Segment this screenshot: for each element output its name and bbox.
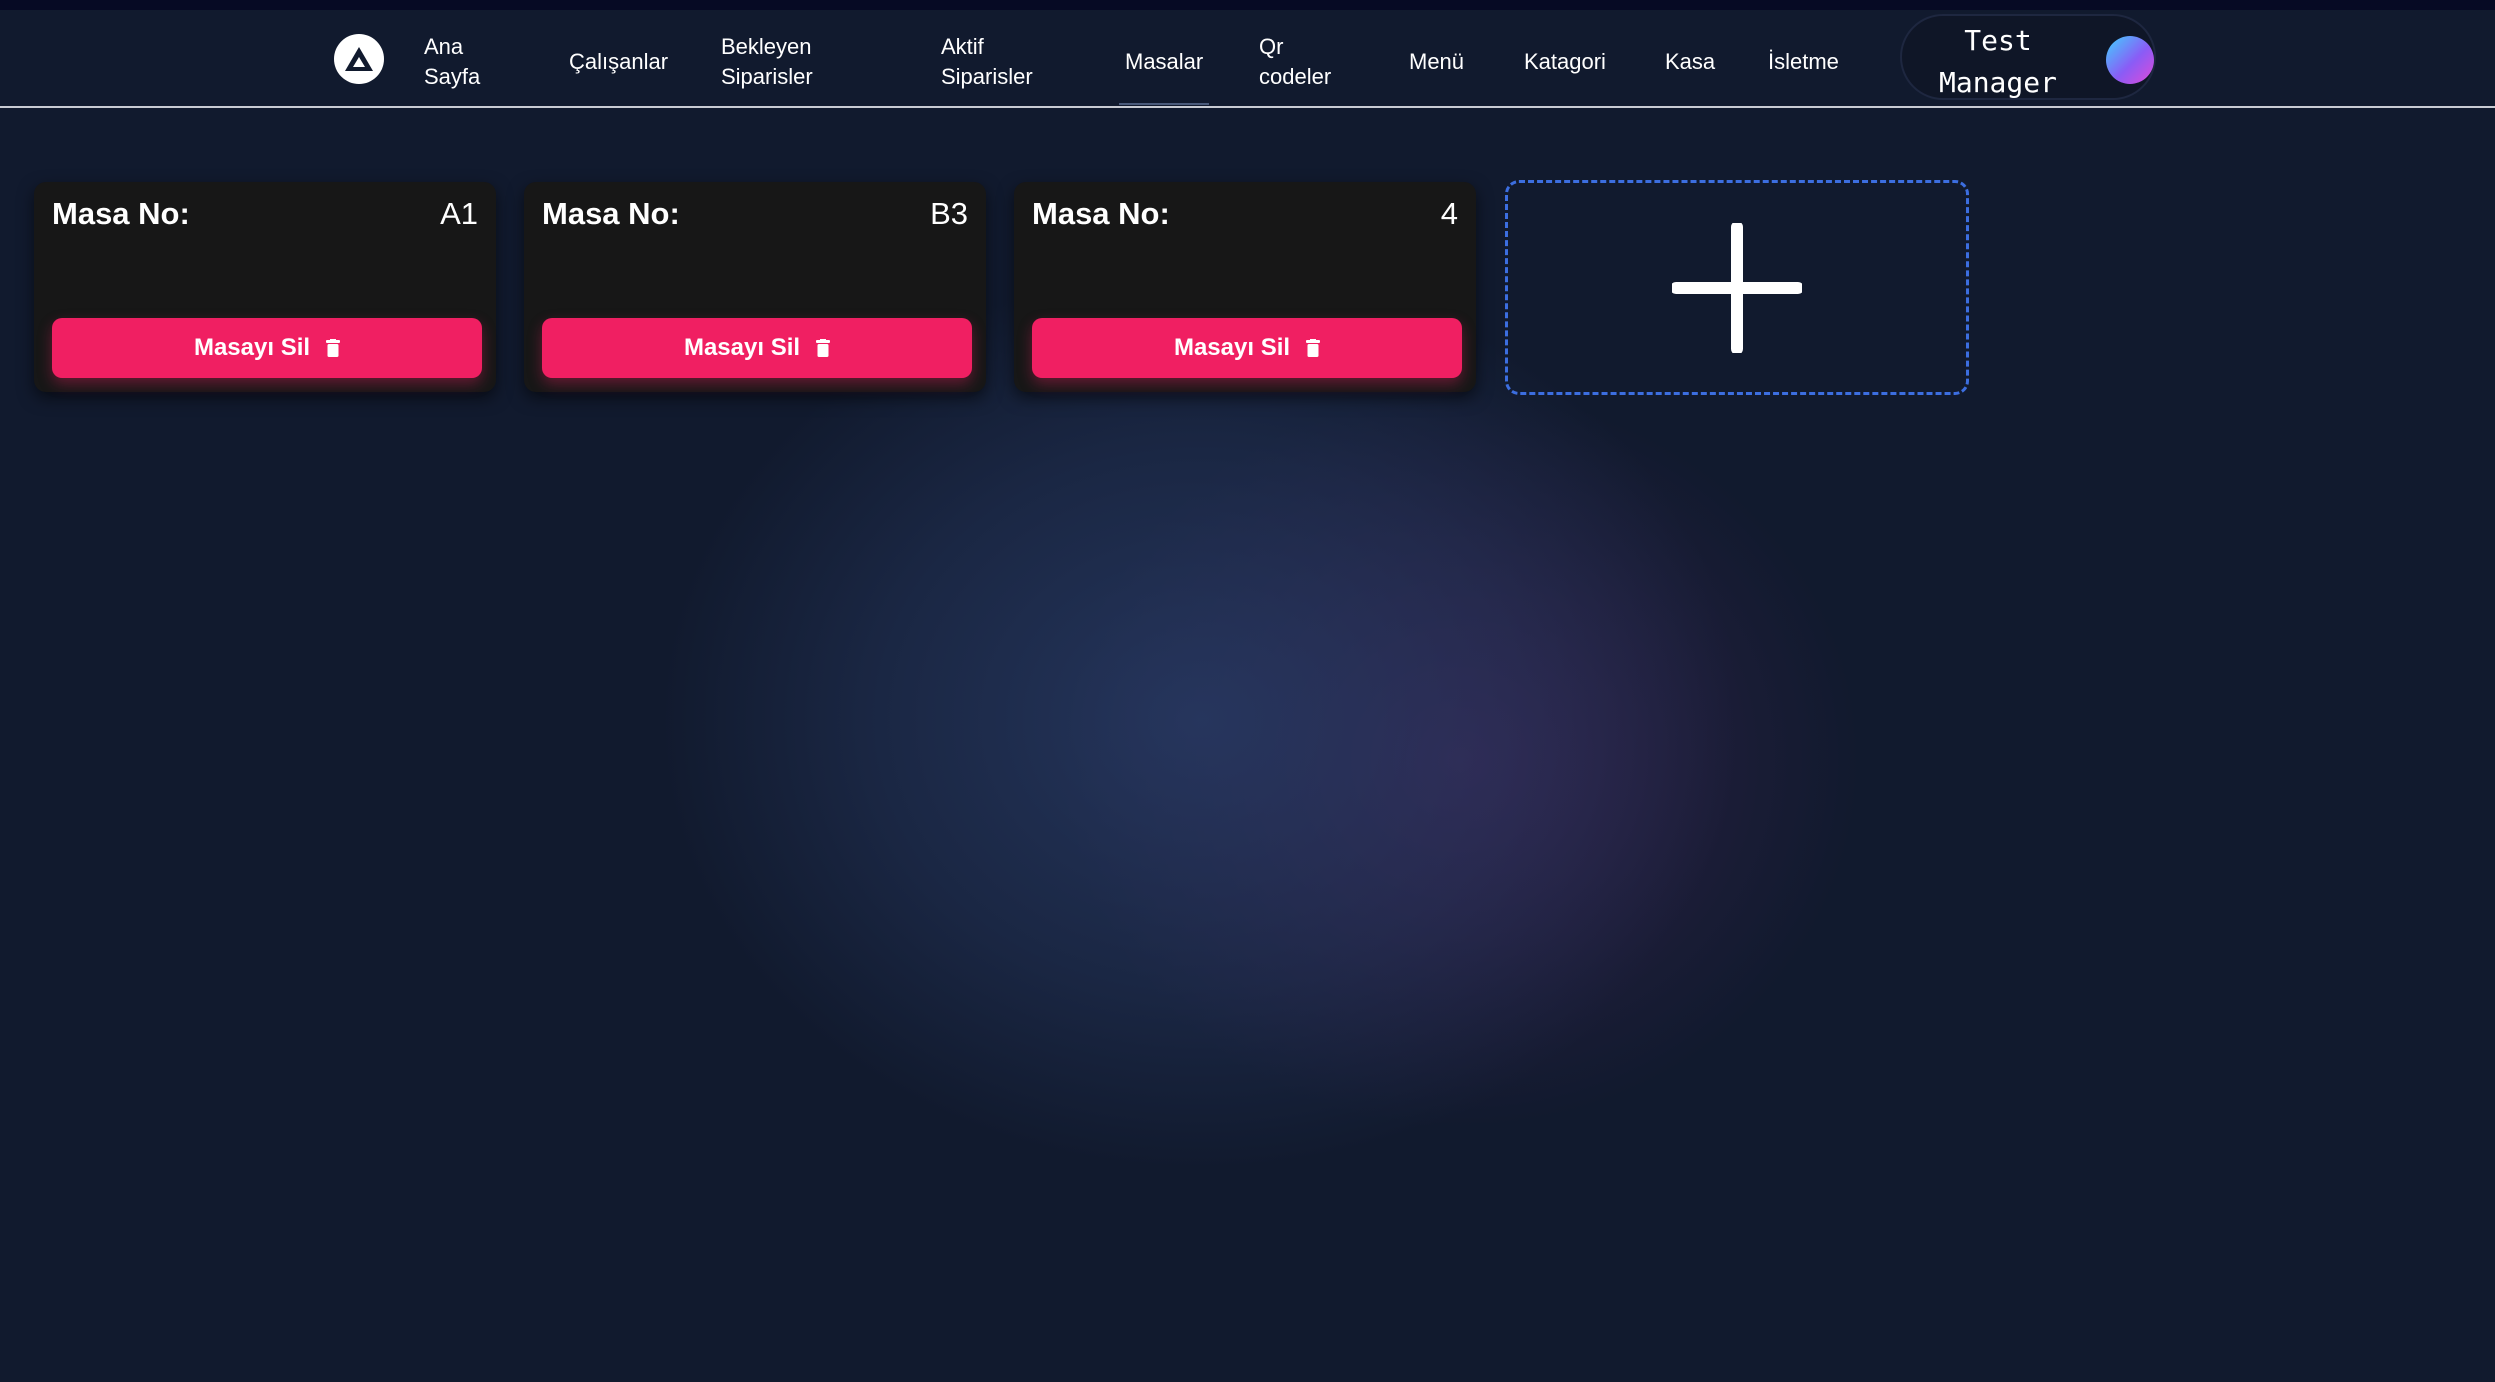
nav-item-isletme[interactable]: İsletme — [1768, 47, 1839, 77]
delete-table-button[interactable]: Masayı Sil — [52, 318, 482, 378]
user-menu[interactable]: Test Manager — [1900, 14, 2156, 100]
nav-item-kasa[interactable]: Kasa — [1665, 47, 1715, 77]
top-strip — [0, 0, 2495, 10]
add-table-button[interactable] — [1505, 180, 1969, 395]
top-navbar: Ana Sayfa Çalışanlar Bekleyen Siparisler… — [0, 10, 2495, 108]
table-number: A1 — [440, 196, 478, 231]
trash-icon — [326, 339, 341, 357]
table-number: 4 — [1440, 196, 1458, 231]
table-number: B3 — [930, 196, 968, 231]
plus-icon — [1672, 222, 1802, 353]
table-label: Masa No: — [542, 196, 680, 231]
avatar[interactable] — [2106, 36, 2154, 84]
logo-triangle-icon — [344, 46, 374, 72]
table-card: Masa No: 4 Masayı Sil — [1014, 182, 1476, 392]
nav-item-aktif-siparisler[interactable]: Aktif Siparisler — [941, 32, 1033, 92]
delete-button-label: Masayı Sil — [683, 334, 801, 361]
nav-item-katagori[interactable]: Katagori — [1524, 47, 1606, 77]
delete-table-button[interactable]: Masayı Sil — [1032, 318, 1462, 378]
table-label: Masa No: — [52, 196, 190, 231]
nav-item-menu[interactable]: Menü — [1409, 47, 1464, 77]
nav-item-calisanlar[interactable]: Çalışanlar — [569, 47, 668, 77]
table-label: Masa No: — [1032, 196, 1170, 231]
nav-item-masalar[interactable]: Masalar — [1118, 47, 1210, 105]
delete-table-button[interactable]: Masayı Sil — [542, 318, 972, 378]
logo-button[interactable] — [334, 34, 384, 84]
delete-button-label: Masayı Sil — [1173, 334, 1291, 361]
table-card: Masa No: A1 Masayı Sil — [34, 182, 496, 392]
trash-icon — [1306, 339, 1321, 357]
delete-button-label: Masayı Sil — [193, 334, 311, 361]
nav-item-ana-sayfa[interactable]: Ana Sayfa — [424, 32, 480, 92]
user-name: Test Manager — [1938, 24, 2057, 99]
nav-item-qr-codeler[interactable]: Qr codeler — [1259, 32, 1331, 92]
table-card: Masa No: B3 Masayı Sil — [524, 182, 986, 392]
trash-icon — [816, 339, 831, 357]
nav-item-bekleyen-siparisler[interactable]: Bekleyen Siparisler — [721, 32, 813, 92]
